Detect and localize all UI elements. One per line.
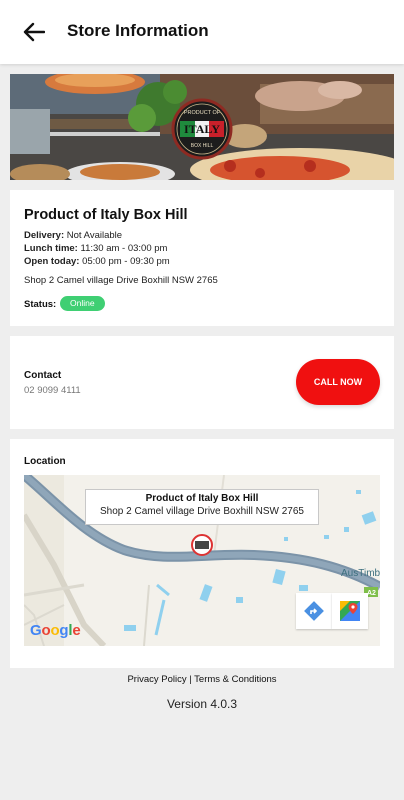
- svg-text:ITALY: ITALY: [184, 122, 220, 136]
- store-address: Shop 2 Camel village Drive Boxhill NSW 2…: [24, 275, 218, 286]
- lunch-time-row: Lunch time: 11:30 am - 03:00 pm: [24, 243, 167, 254]
- svg-text:BOX HILL: BOX HILL: [191, 143, 214, 149]
- delivery-value: Not Available: [66, 230, 123, 241]
- privacy-policy-link[interactable]: Privacy Policy: [127, 674, 186, 685]
- store-banner-image: PRODUCT OF ITALY BOX HILL: [10, 74, 394, 180]
- open-google-maps-button[interactable]: [332, 593, 368, 629]
- page-title: Store Information: [67, 21, 209, 40]
- contact-phone: 02 9099 4111: [24, 385, 81, 396]
- app-bar: Store Information: [0, 0, 404, 64]
- map-place-label: AusTimb: [341, 568, 380, 579]
- lunch-time-label: Lunch time:: [24, 243, 78, 254]
- map-callout-title: Product of Italy Box Hill: [145, 493, 259, 504]
- map-info-window: Product of Italy Box Hill Shop 2 Camel v…: [85, 489, 319, 525]
- app-version: Version 4.0.3: [166, 697, 238, 711]
- store-name: Product of Italy Box Hill: [24, 207, 188, 223]
- road-shield-label: A2: [367, 590, 376, 597]
- call-now-button[interactable]: CALL NOW: [296, 359, 380, 405]
- open-today-row: Open today: 05:00 pm - 09:30 pm: [24, 256, 170, 267]
- lunch-time-value: 11:30 am - 03:00 pm: [80, 243, 168, 254]
- status-label: Status:: [24, 299, 57, 310]
- google-attribution-logo: Google: [30, 622, 81, 639]
- location-label: Location: [24, 456, 66, 467]
- footer-links: Privacy Policy | Terms & Conditions: [0, 674, 404, 685]
- back-button[interactable]: [18, 16, 50, 48]
- delivery-row: Delivery: Not Available: [24, 230, 122, 241]
- open-today-label: Open today:: [24, 256, 80, 267]
- store-info-card: Product of Italy Box Hill Delivery: Not …: [10, 190, 394, 326]
- contact-label: Contact: [24, 370, 62, 381]
- store-logo: PRODUCT OF ITALY BOX HILL: [171, 98, 233, 160]
- contact-card: Contact 02 9099 4111 CALL NOW: [10, 336, 394, 429]
- google-maps-icon: [340, 601, 360, 621]
- status-badge: Online: [60, 296, 105, 311]
- svg-text:PRODUCT OF: PRODUCT OF: [184, 110, 221, 116]
- directions-icon: [304, 601, 324, 621]
- store-map[interactable]: A2 Product of Italy Box Hill Shop 2 Came…: [24, 475, 380, 646]
- open-today-value: 05:00 pm - 09:30 pm: [82, 256, 170, 267]
- directions-button[interactable]: [296, 593, 332, 629]
- map-callout-address: Shop 2 Camel village Drive Boxhill NSW 2…: [100, 506, 304, 517]
- terms-conditions-link[interactable]: Terms & Conditions: [194, 674, 276, 685]
- delivery-label: Delivery:: [24, 230, 65, 241]
- location-card: Location A2 Product of Italy Box Hill Sh…: [10, 439, 394, 668]
- arrow-left-icon: [23, 22, 45, 42]
